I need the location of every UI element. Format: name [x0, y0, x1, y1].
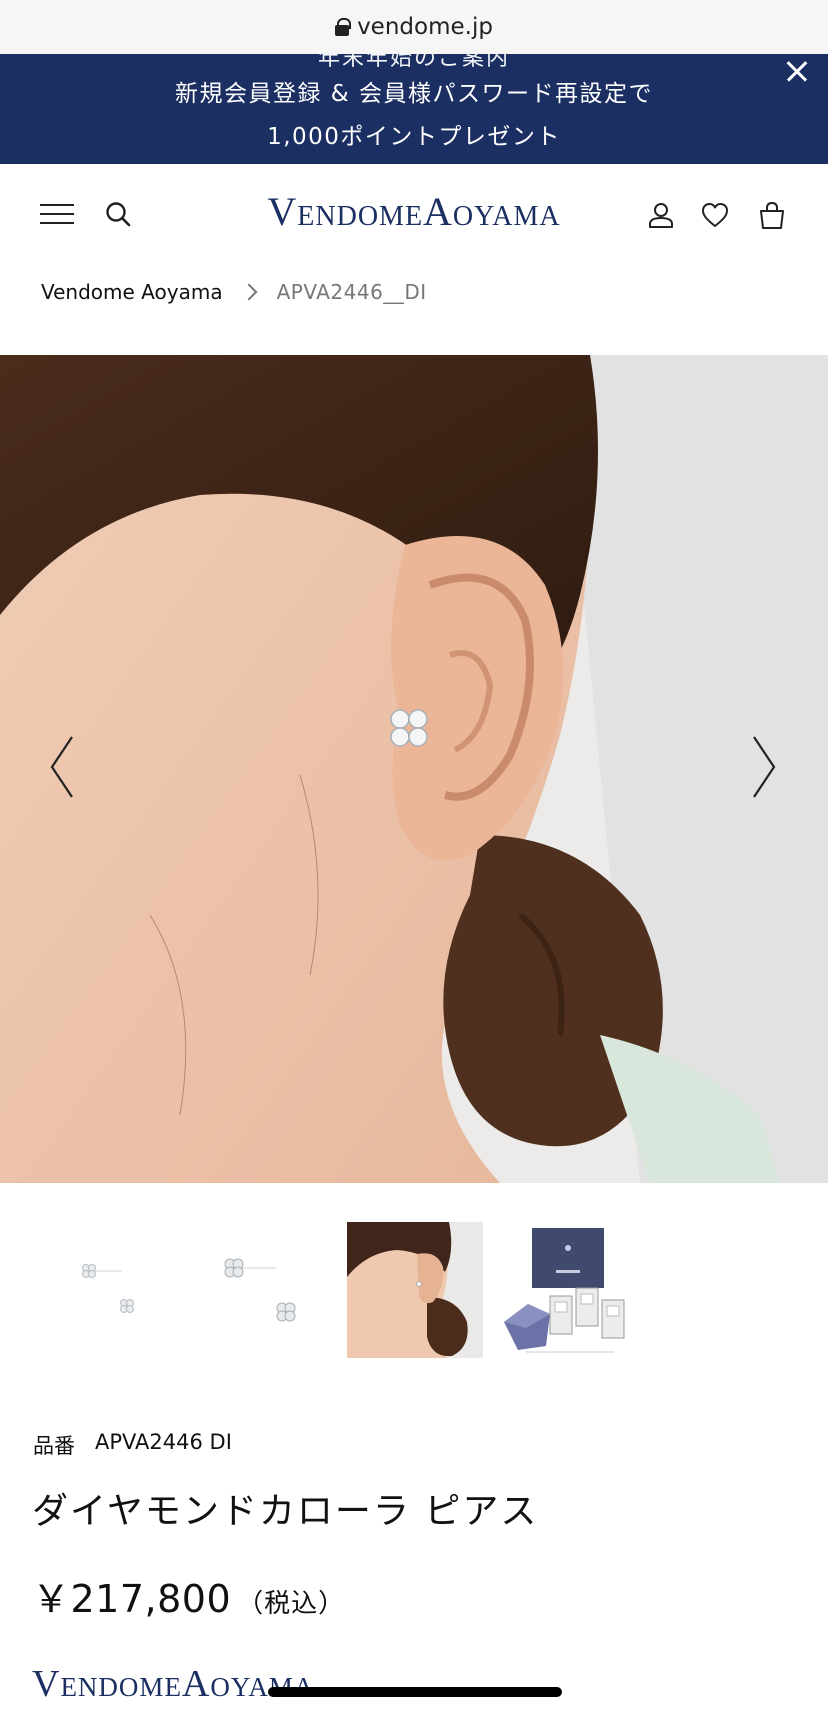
breadcrumb: Vendome Aoyama APVA2446__DI — [41, 280, 427, 304]
thumbnail-earrings-1[interactable] — [60, 1222, 196, 1358]
promo-partial-text: 年末年始のご案内 — [317, 54, 510, 71]
thumbnail-model-ear[interactable] — [347, 1222, 483, 1358]
product-image-carousel[interactable] — [0, 355, 828, 1183]
product-price: ￥217,800 — [32, 1577, 232, 1621]
tax-note: （税込） — [237, 1589, 346, 1619]
chevron-right-icon[interactable] — [740, 727, 786, 807]
url-text: vendome.jp — [357, 14, 493, 40]
thumbnail-earrings-2[interactable] — [196, 1222, 332, 1358]
user-icon[interactable] — [646, 200, 676, 230]
price-row: ￥217,800 （税込） — [32, 1568, 345, 1623]
chevron-left-icon[interactable] — [40, 727, 86, 807]
breadcrumb-chevron-icon — [240, 283, 258, 301]
lock-icon — [335, 18, 352, 36]
promo-banner: 年末年始のご案内 新規会員登録 & 会員様パスワード再設定で 1,000ポイント… — [0, 54, 828, 164]
promo-line-1[interactable]: 新規会員登録 & 会員様パスワード再設定で — [0, 74, 828, 108]
breadcrumb-home-link[interactable]: Vendome Aoyama — [41, 280, 223, 304]
breadcrumb-current: APVA2446__DI — [276, 280, 427, 304]
sku-label: 品番 — [33, 1434, 75, 1458]
promo-line-2[interactable]: 1,000ポイントプレゼント — [0, 117, 828, 151]
home-indicator — [268, 1687, 562, 1697]
close-icon[interactable] — [780, 54, 814, 88]
bag-icon[interactable] — [757, 200, 787, 230]
browser-url-bar[interactable]: vendome.jp — [0, 0, 828, 54]
thumbnail-gift-box[interactable] — [498, 1222, 634, 1358]
heart-icon[interactable] — [700, 200, 730, 230]
thumbnail-strip — [0, 1222, 828, 1358]
site-header: VendomeAoyama — [0, 164, 828, 264]
footer-logo[interactable]: VendomeAoyama — [32, 1662, 314, 1706]
product-photo-model-ear — [0, 355, 828, 1183]
sku-value: APVA2446 DI — [95, 1430, 232, 1454]
product-title: ダイヤモンドカローラ ピアス — [32, 1491, 539, 1532]
product-sku-row: 品番 APVA2446 DI — [33, 1430, 232, 1460]
